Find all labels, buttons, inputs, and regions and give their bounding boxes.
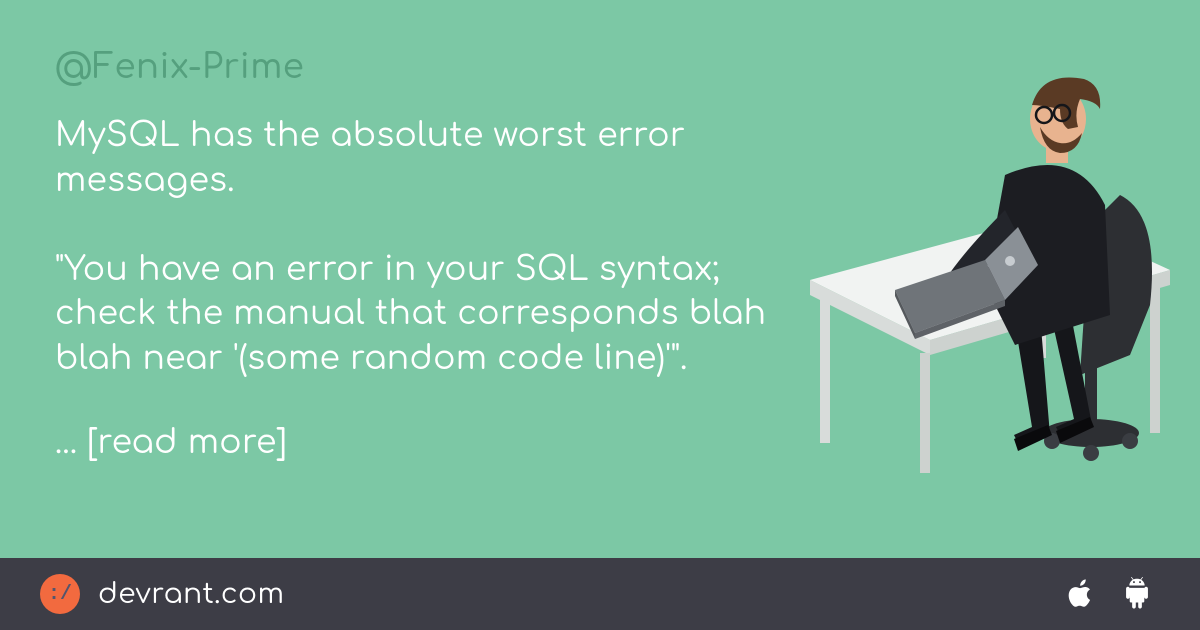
author-handle[interactable]: @Fenix-Prime [55, 48, 775, 86]
read-more-link[interactable]: ... [read more] [55, 421, 775, 466]
apple-icon[interactable] [1066, 577, 1096, 611]
avatar-illustration [800, 55, 1180, 485]
android-icon[interactable] [1122, 577, 1152, 611]
site-name[interactable]: devrant.com [98, 578, 284, 610]
desk-leg [1150, 283, 1160, 433]
platform-icons [1066, 577, 1152, 611]
desk-leg [820, 293, 830, 443]
desk-leg [920, 353, 930, 473]
content-block: @Fenix-Prime MySQL has the absolute wors… [55, 48, 775, 466]
devrant-logo[interactable]: :/ [40, 574, 80, 614]
footer-bar: :/ devrant.com [0, 558, 1200, 630]
rant-body: MySQL has the absolute worst error messa… [55, 114, 775, 381]
share-card: @Fenix-Prime MySQL has the absolute wors… [0, 0, 1200, 630]
logo-glyph: :/ [48, 583, 72, 606]
